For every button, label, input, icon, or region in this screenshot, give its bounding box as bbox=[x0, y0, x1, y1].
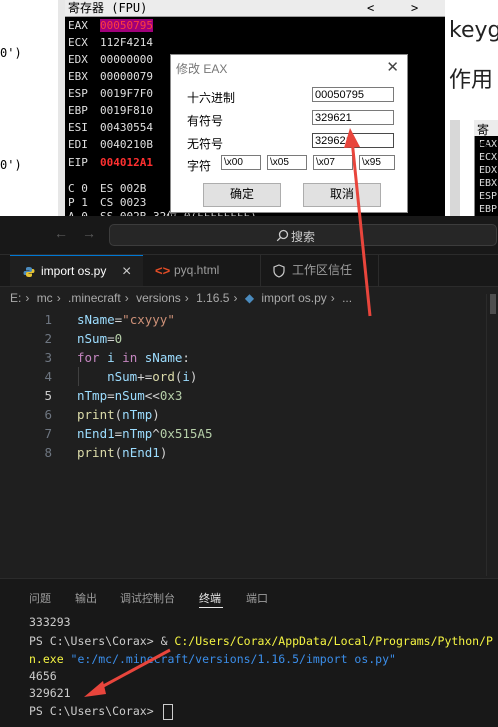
red-arrow-icon bbox=[84, 648, 171, 697]
red-arrow-icon bbox=[344, 128, 372, 317]
annotation-arrows bbox=[84, 128, 372, 697]
